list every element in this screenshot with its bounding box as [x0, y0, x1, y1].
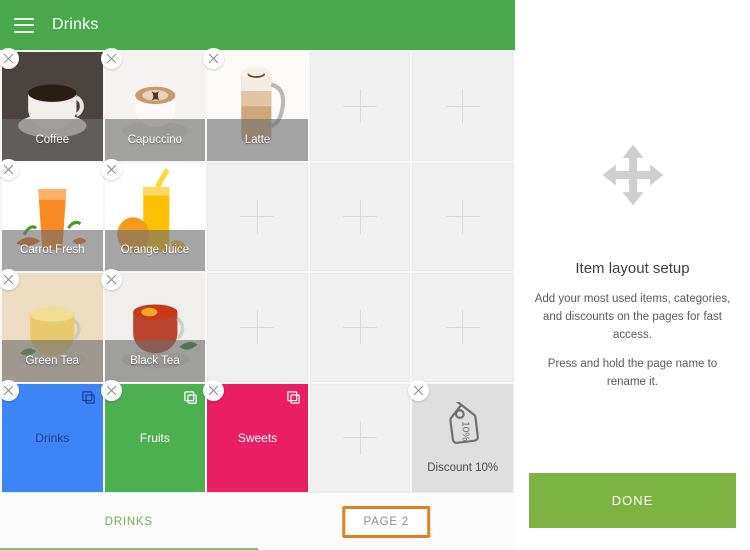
category-label: Sweets	[237, 430, 278, 445]
grid-cell: Coffee	[0, 48, 103, 161]
grid-cell	[309, 52, 411, 161]
product-label: Green Tea	[25, 354, 80, 367]
grid-cell: 10% Discount 10%	[408, 379, 513, 492]
plus-icon	[343, 199, 378, 234]
category-label: Fruits	[139, 430, 170, 445]
product-label-band: Black Tea	[104, 340, 206, 382]
category-label: Drinks	[35, 430, 70, 445]
grid-cell: Capuccino	[100, 48, 206, 161]
app-bar: Drinks	[0, 0, 515, 50]
grid-cell	[207, 162, 308, 271]
product-label-band: Latte	[207, 119, 308, 161]
panel-description-1: Add your most used items, categories, an…	[534, 293, 731, 341]
plus-icon	[240, 199, 275, 234]
product-tile[interactable]: Carrot Fresh	[2, 162, 103, 271]
product-label: Black Tea	[130, 354, 180, 367]
empty-slot[interactable]	[207, 273, 308, 382]
plus-icon	[343, 89, 378, 124]
panel-title: Item layout setup	[575, 260, 690, 277]
product-label-band: Carrot Fresh	[2, 229, 103, 271]
discount-label: Discount 10%	[427, 461, 499, 474]
grid-cell	[207, 273, 308, 382]
product-label-band: Coffee	[2, 119, 103, 161]
category-tile[interactable]: Drinks	[2, 383, 103, 492]
grid-cell	[309, 383, 411, 492]
empty-slot[interactable]	[309, 162, 411, 271]
grid-cell	[412, 52, 513, 161]
grid-cell	[412, 273, 513, 382]
category-tile[interactable]: Sweets	[207, 383, 308, 492]
close-x-icon[interactable]	[100, 379, 122, 401]
move-arrows-icon	[600, 142, 666, 208]
empty-slot[interactable]	[412, 162, 513, 271]
info-pane: Item layout setup Add your most used ite…	[515, 0, 750, 550]
item-grid: Coffee Capuccino Latte Carrot Fresh Orange J…	[0, 48, 515, 492]
product-tile[interactable]: Coffee	[2, 52, 103, 161]
product-tile[interactable]: Orange Juice	[104, 162, 206, 271]
product-tile[interactable]: Capuccino	[104, 52, 206, 161]
product-tile[interactable]: Black Tea	[104, 273, 206, 382]
close-x-icon[interactable]	[100, 48, 122, 69]
grid-cell	[309, 162, 411, 271]
empty-slot[interactable]	[207, 162, 308, 271]
grid-cell: Carrot Fresh	[0, 158, 103, 271]
empty-slot[interactable]	[412, 52, 513, 161]
grid-cell: Green Tea	[0, 269, 103, 382]
product-label: Orange Juice	[120, 244, 190, 257]
product-label: Latte	[244, 133, 271, 146]
tab-page-2-label: PAGE 2	[363, 515, 409, 528]
close-x-icon[interactable]	[100, 158, 122, 180]
page-2-highlight-box: PAGE 2	[342, 505, 430, 538]
close-x-icon[interactable]	[100, 269, 122, 290]
product-label-band: Capuccino	[104, 119, 206, 161]
empty-slot[interactable]	[309, 273, 411, 382]
plus-icon	[343, 310, 378, 345]
plus-icon	[343, 420, 378, 455]
close-x-icon[interactable]	[203, 379, 225, 401]
grid-cell: Latte	[203, 48, 308, 161]
tab-drinks[interactable]: DRINKS	[0, 493, 258, 550]
plus-icon	[445, 199, 480, 234]
empty-slot[interactable]	[309, 52, 411, 161]
copy-layers-icon	[287, 390, 300, 404]
empty-slot[interactable]	[309, 383, 411, 492]
svg-text:10%: 10%	[459, 421, 470, 441]
product-label: Coffee	[35, 133, 70, 146]
done-button-label: DONE	[611, 493, 654, 508]
tab-drinks-label: DRINKS	[104, 515, 153, 528]
discount-tile[interactable]: 10% Discount 10%	[412, 383, 513, 492]
category-tile[interactable]: Fruits	[104, 383, 206, 492]
close-x-icon[interactable]	[0, 379, 19, 401]
grid-cell: Fruits	[100, 379, 206, 492]
tab-page-2[interactable]: PAGE 2	[258, 493, 516, 550]
grid-cell	[309, 273, 411, 382]
copy-layers-icon	[81, 390, 95, 404]
grid-cell: Orange Juice	[100, 158, 206, 271]
product-label-band: Green Tea	[2, 340, 103, 382]
close-x-icon[interactable]	[0, 158, 19, 180]
close-x-icon[interactable]	[408, 379, 430, 401]
product-label-band: Orange Juice	[104, 229, 206, 271]
layout-editor-pane: Drinks Coffee Capuccino Latte Carrot Fresh O…	[0, 0, 515, 550]
product-tile[interactable]: Green Tea	[2, 273, 103, 382]
grid-cell	[412, 162, 513, 271]
product-label: Carrot Fresh	[20, 244, 85, 257]
hamburger-menu-icon[interactable]	[14, 17, 34, 33]
page-title: Drinks	[52, 16, 99, 33]
plus-icon	[240, 310, 275, 345]
price-tag-icon: 10%	[434, 399, 492, 460]
page-tab-bar: DRINKS PAGE 2	[0, 492, 515, 550]
copy-layers-icon	[184, 390, 197, 404]
item-layout-setup-screen: Drinks Coffee Capuccino Latte Carrot Fresh O…	[0, 0, 750, 550]
plus-icon	[445, 310, 480, 345]
panel-description-2: Press and hold the page name to rename i…	[547, 358, 718, 389]
plus-icon	[445, 89, 480, 124]
grid-cell: Sweets	[203, 379, 308, 492]
done-button[interactable]: DONE	[529, 473, 736, 528]
product-tile[interactable]: Latte	[207, 52, 308, 161]
grid-cell: Drinks	[0, 379, 103, 492]
grid-cell: Black Tea	[100, 269, 206, 382]
product-label: Capuccino	[127, 133, 183, 146]
empty-slot[interactable]	[412, 273, 513, 382]
